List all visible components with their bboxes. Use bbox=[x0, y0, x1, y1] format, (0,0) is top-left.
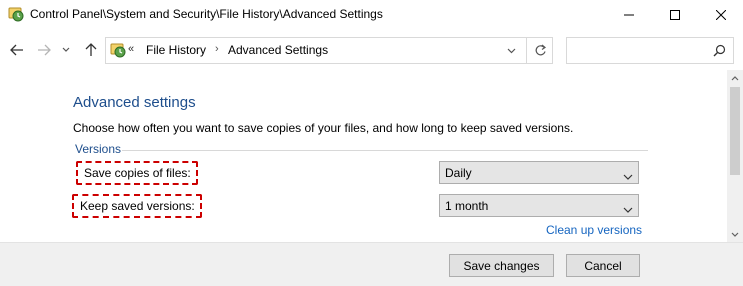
address-bar[interactable]: « File History › Advanced Settings bbox=[105, 37, 553, 64]
versions-group-label: Versions bbox=[75, 142, 122, 156]
clean-up-versions-link[interactable]: Clean up versions bbox=[546, 223, 642, 237]
file-history-icon bbox=[110, 42, 126, 58]
scroll-down-icon[interactable] bbox=[727, 226, 743, 242]
minimize-button[interactable] bbox=[606, 0, 652, 30]
group-divider bbox=[122, 150, 648, 151]
main-content: Advanced settings Choose how often you w… bbox=[0, 70, 727, 242]
save-copies-select[interactable]: Daily bbox=[439, 161, 639, 184]
search-icon bbox=[713, 44, 726, 60]
page-title: Advanced settings bbox=[73, 94, 196, 111]
chevron-down-icon bbox=[623, 202, 633, 216]
keep-versions-value: 1 month bbox=[445, 199, 489, 213]
address-dropdown-button[interactable] bbox=[502, 41, 520, 60]
footer-bar: Save changes Cancel bbox=[0, 242, 743, 286]
back-button[interactable] bbox=[7, 39, 27, 61]
search-input[interactable] bbox=[566, 37, 734, 64]
page-description: Choose how often you want to save copies… bbox=[73, 121, 574, 135]
breadcrumb-overflow[interactable]: « bbox=[128, 43, 134, 55]
cancel-button[interactable]: Cancel bbox=[566, 254, 640, 277]
title-bar: Control Panel\System and Security\File H… bbox=[0, 0, 743, 30]
keep-versions-select[interactable]: 1 month bbox=[439, 194, 639, 217]
forward-button[interactable] bbox=[34, 39, 54, 61]
breadcrumb-separator[interactable]: › bbox=[215, 43, 219, 55]
breadcrumb-advanced-settings[interactable]: Advanced Settings bbox=[228, 43, 328, 57]
chevron-down-icon bbox=[623, 169, 633, 183]
vertical-scrollbar[interactable] bbox=[727, 70, 743, 242]
navigation-bar: « File History › Advanced Settings bbox=[0, 30, 743, 70]
recent-locations-button[interactable] bbox=[59, 39, 73, 61]
close-button[interactable] bbox=[698, 0, 743, 30]
save-changes-button[interactable]: Save changes bbox=[449, 254, 554, 277]
window-title: Control Panel\System and Security\File H… bbox=[30, 7, 383, 21]
keep-versions-label: Keep saved versions: bbox=[72, 194, 202, 218]
save-copies-label: Save copies of files: bbox=[76, 161, 198, 185]
breadcrumb-file-history[interactable]: File History bbox=[146, 43, 206, 57]
scroll-up-icon[interactable] bbox=[727, 70, 743, 86]
file-history-icon bbox=[8, 6, 24, 22]
refresh-button[interactable] bbox=[526, 38, 553, 63]
scrollbar-thumb[interactable] bbox=[730, 87, 740, 175]
maximize-button[interactable] bbox=[652, 0, 698, 30]
save-copies-value: Daily bbox=[445, 166, 472, 180]
up-button[interactable] bbox=[81, 39, 101, 61]
